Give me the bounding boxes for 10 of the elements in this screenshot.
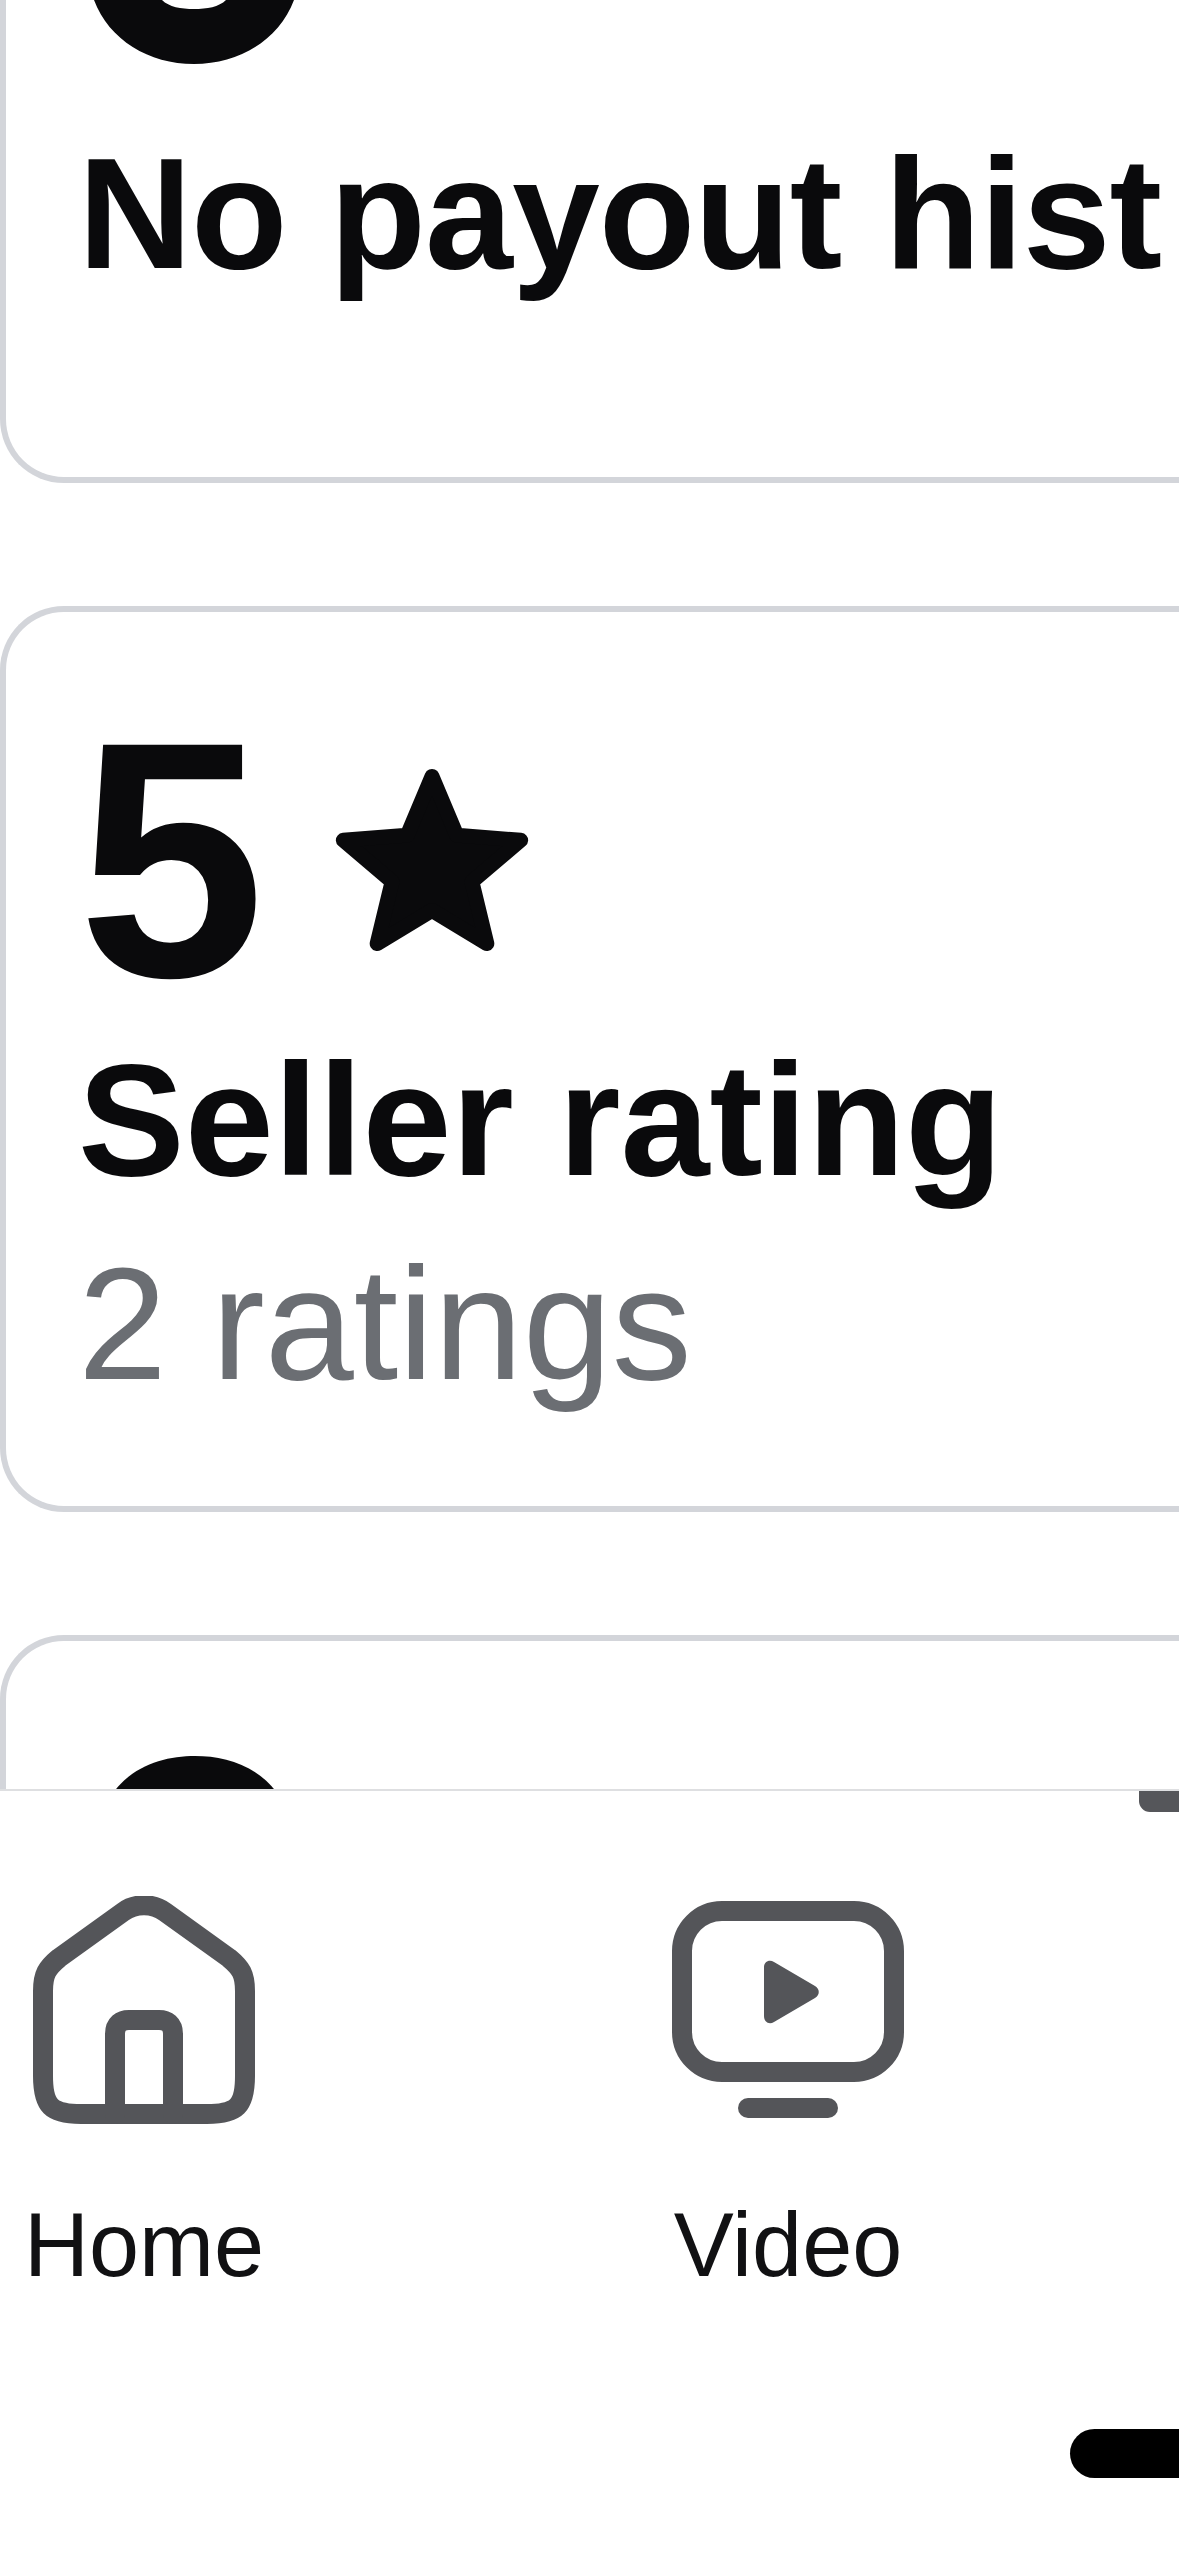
- card-title: No payout hist: [78, 124, 1162, 303]
- card-title: Seller rating: [78, 1028, 1003, 1211]
- video-icon: [672, 1901, 904, 2119]
- rating-value: 5: [78, 691, 265, 1028]
- ratings-count: 2 ratings: [78, 1232, 692, 1415]
- nav-tab[interactable]: Video: [644, 1890, 932, 2298]
- clipped-bar-drawing: [1139, 1791, 1179, 1812]
- home-icon: [33, 1896, 255, 2124]
- star-icon: [334, 767, 529, 952]
- nav-tab[interactable]: Home: [0, 1890, 288, 2298]
